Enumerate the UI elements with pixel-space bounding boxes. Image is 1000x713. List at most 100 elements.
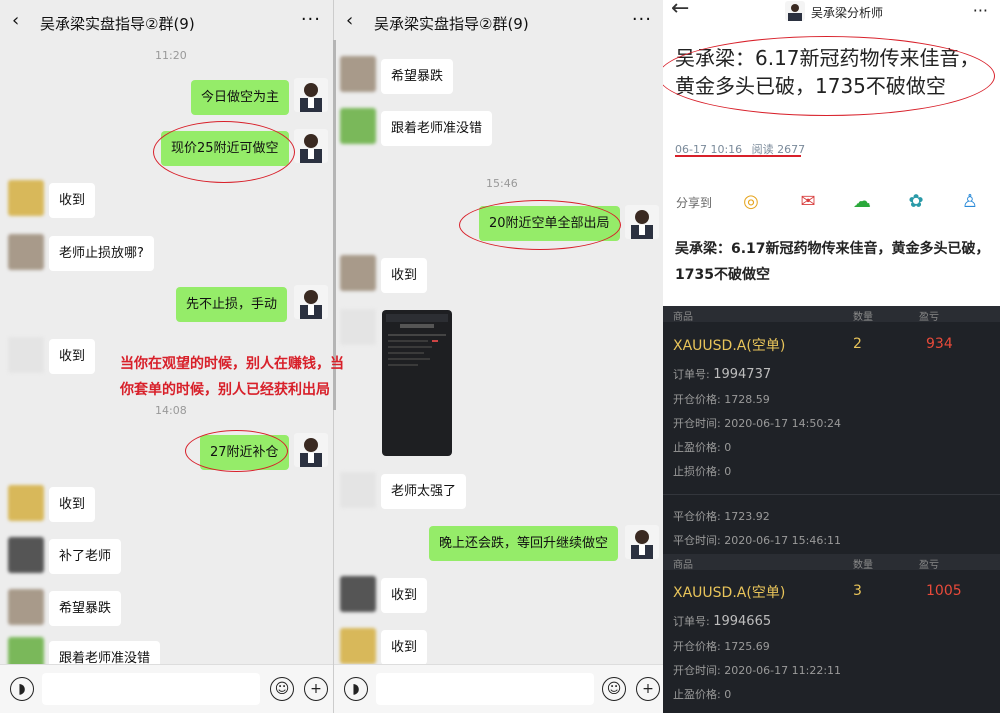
avatar[interactable] bbox=[340, 255, 376, 291]
avatar[interactable] bbox=[294, 285, 328, 319]
share-label: 分享到 bbox=[676, 196, 713, 210]
avatar[interactable] bbox=[340, 309, 376, 345]
message-bubble[interactable]: 老师太强了 bbox=[381, 474, 467, 509]
message-input[interactable] bbox=[376, 673, 594, 705]
avatar[interactable] bbox=[340, 576, 376, 612]
message-input[interactable] bbox=[42, 673, 260, 705]
message-bubble[interactable]: 收到 bbox=[49, 487, 96, 522]
value: 1728.59 bbox=[724, 393, 770, 406]
voice-icon[interactable]: ◗ bbox=[10, 677, 34, 701]
avatar[interactable] bbox=[340, 108, 376, 144]
order-qty: 2 bbox=[853, 336, 862, 352]
avatar[interactable] bbox=[294, 433, 328, 467]
message-bubble[interactable]: 收到 bbox=[381, 630, 428, 665]
avatar[interactable] bbox=[8, 180, 44, 216]
plus-icon[interactable]: + bbox=[636, 677, 660, 701]
value: 1723.92 bbox=[724, 510, 770, 523]
weibo-icon[interactable]: ◎ bbox=[739, 190, 763, 214]
message-bubble[interactable]: 先不止损，手动 bbox=[176, 287, 288, 322]
back-icon[interactable]: ‹ bbox=[12, 10, 19, 31]
back-icon[interactable]: ‹ bbox=[346, 10, 353, 31]
label: 订单号: bbox=[673, 615, 710, 628]
message-bubble[interactable]: 晚上还会跌，等回升继续做空 bbox=[429, 526, 619, 561]
value: 1725.69 bbox=[724, 640, 770, 653]
stop-price-row: 止盈价格: 0 bbox=[673, 439, 731, 455]
avatar[interactable] bbox=[294, 129, 328, 163]
mail-icon[interactable]: ✉ bbox=[796, 190, 820, 214]
label: 止盈价格: bbox=[673, 688, 721, 701]
avatar[interactable] bbox=[340, 628, 376, 664]
message-bubble[interactable]: 收到 bbox=[49, 183, 96, 218]
wechat-icon[interactable]: ☁ bbox=[850, 190, 874, 214]
author-name[interactable]: 吴承梁分析师 bbox=[811, 4, 883, 21]
order-pnl: 934 bbox=[926, 336, 953, 352]
more-icon[interactable]: ··· bbox=[632, 9, 652, 30]
input-bar: ◗ ☺ + bbox=[334, 664, 664, 713]
emoji-icon[interactable]: ☺ bbox=[602, 677, 626, 701]
timestamp: 14:08 bbox=[155, 404, 187, 417]
message-bubble[interactable]: 跟着老师准没错 bbox=[381, 111, 493, 146]
order-number-row: 订单号: 1994665 bbox=[673, 613, 771, 629]
avatar[interactable] bbox=[8, 537, 44, 573]
avatar[interactable] bbox=[8, 485, 44, 521]
value: 0 bbox=[724, 465, 732, 478]
emoji-icon[interactable]: ☺ bbox=[270, 677, 294, 701]
back-arrow-icon[interactable]: ← bbox=[671, 0, 689, 21]
avatar[interactable] bbox=[340, 472, 376, 508]
message-bubble[interactable]: 希望暴跌 bbox=[381, 59, 454, 94]
order-side: (空单) bbox=[746, 338, 786, 354]
avatar[interactable] bbox=[294, 78, 328, 112]
avatar[interactable] bbox=[340, 56, 376, 92]
chat-header: ‹ 吴承梁实盘指导②群(9) ··· bbox=[0, 0, 333, 46]
open-time-row: 开仓时间: 2020-06-17 14:50:24 bbox=[673, 415, 841, 431]
close-time-row: 平仓时间: 2020-06-17 15:46:11 bbox=[673, 532, 841, 548]
author-avatar[interactable] bbox=[785, 1, 805, 21]
label: 开仓时间: bbox=[673, 664, 721, 677]
more-icon[interactable]: ··· bbox=[973, 1, 988, 20]
plus-icon[interactable]: + bbox=[304, 677, 328, 701]
column-header: 盈亏 bbox=[919, 312, 939, 323]
moments-icon[interactable]: ✿ bbox=[904, 190, 928, 214]
message-bubble[interactable]: 收到 bbox=[49, 339, 96, 374]
qq-icon[interactable]: ♙ bbox=[958, 190, 982, 214]
message-bubble[interactable]: 收到 bbox=[381, 258, 428, 293]
timestamp: 15:46 bbox=[486, 177, 518, 190]
column-header: 数量 bbox=[853, 312, 873, 323]
voice-icon[interactable]: ◗ bbox=[344, 677, 368, 701]
avatar[interactable] bbox=[8, 589, 44, 625]
message-bubble[interactable]: 收到 bbox=[381, 578, 428, 613]
more-icon[interactable]: ··· bbox=[301, 9, 321, 30]
value: 2020-06-17 15:46:11 bbox=[724, 534, 842, 547]
open-time-row: 开仓时间: 2020-06-17 11:22:11 bbox=[673, 662, 841, 678]
column-header: 盈亏 bbox=[919, 560, 939, 571]
value: 2020-06-17 11:22:11 bbox=[724, 664, 842, 677]
value: 0 bbox=[724, 441, 732, 454]
annotation-oval bbox=[185, 430, 288, 472]
value: 2020-06-17 14:50:24 bbox=[724, 417, 842, 430]
article-header: ← 吴承梁分析师 ··· bbox=[663, 0, 1000, 28]
article-panel: ← 吴承梁分析师 ··· 吴承梁：6.17新冠药物传来佳音，黄金多头已破，173… bbox=[663, 0, 1000, 713]
chat-header: ‹ 吴承梁实盘指导②群(9) ··· bbox=[334, 0, 664, 46]
limit-price-row: 止损价格: 0 bbox=[673, 463, 731, 479]
order-side: (空单) bbox=[746, 585, 786, 601]
message-bubble[interactable]: 今日做空为主 bbox=[191, 80, 290, 115]
annotation-underline bbox=[675, 155, 801, 157]
timestamp: 11:20 bbox=[155, 49, 187, 62]
message-bubble[interactable]: 希望暴跌 bbox=[49, 591, 122, 626]
annotation-oval bbox=[153, 121, 295, 183]
annotation-note: 当你在观望的时候，别人在赚钱，当 你套单的时候，别人已经获利出局 bbox=[120, 351, 400, 403]
avatar[interactable] bbox=[8, 234, 44, 270]
label: 开仓价格: bbox=[673, 393, 721, 406]
value: 1994665 bbox=[713, 614, 772, 629]
annotation-line: 你套单的时候，别人已经获利出局 bbox=[120, 382, 330, 398]
value: 1994737 bbox=[713, 367, 772, 382]
avatar[interactable] bbox=[625, 205, 659, 239]
column-header: 商品 bbox=[673, 560, 693, 571]
message-bubble[interactable]: 老师止损放哪? bbox=[49, 236, 154, 271]
avatar[interactable] bbox=[625, 525, 659, 559]
avatar[interactable] bbox=[8, 337, 44, 373]
label: 开仓价格: bbox=[673, 640, 721, 653]
order-symbol: XAUUSD.A(空单) bbox=[673, 582, 785, 602]
message-bubble[interactable]: 补了老师 bbox=[49, 539, 122, 574]
table-header: 商品 数量 盈亏 bbox=[663, 306, 1000, 323]
